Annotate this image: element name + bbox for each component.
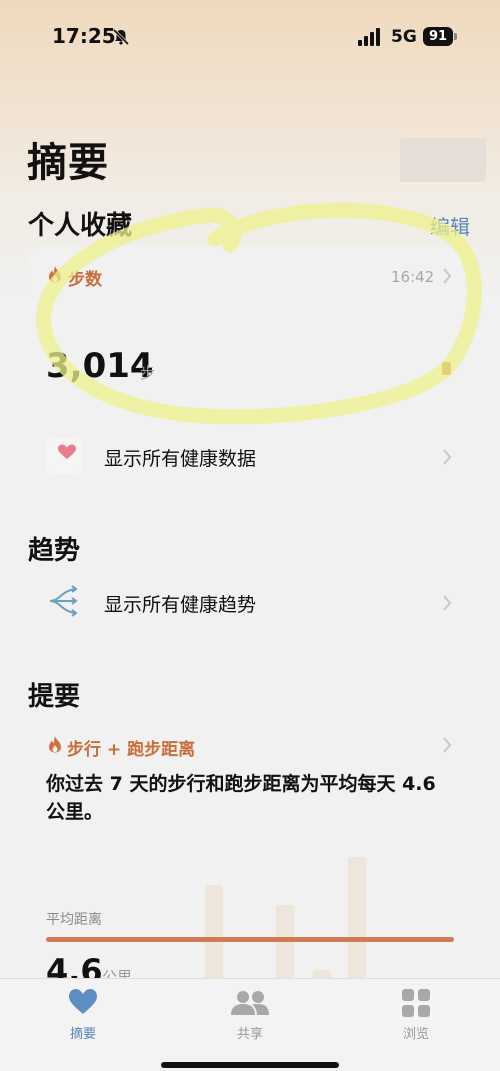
chevron-right-icon <box>443 737 452 753</box>
show-all-trends-label: 显示所有健康趋势 <box>104 594 257 616</box>
average-distance-label: 平均距离 <box>46 912 102 928</box>
heart-icon <box>69 989 97 1014</box>
page-title: 摘要 <box>27 140 109 186</box>
chevron-right-icon <box>443 595 452 611</box>
average-line <box>46 937 454 942</box>
highlights-header: 提要 <box>28 682 81 712</box>
distance-label: 步行 + 跑步距离 <box>67 740 196 760</box>
show-all-health-data-label: 显示所有健康数据 <box>104 448 257 470</box>
status-time: 17:25 <box>52 24 116 48</box>
battery-nub <box>454 33 457 40</box>
trends-header: 趋势 <box>28 536 81 566</box>
tab-browse-label: 浏览 <box>402 1027 429 1042</box>
home-indicator <box>161 1062 339 1068</box>
signal-icon <box>358 28 380 46</box>
avatar[interactable] <box>400 138 486 182</box>
chart-bar <box>276 905 294 980</box>
trends-icon <box>49 585 78 617</box>
chart-bar <box>348 857 366 980</box>
battery-indicator: 91 <box>423 27 453 46</box>
people-icon <box>231 991 269 1015</box>
yellow-circle-annotation <box>36 202 482 425</box>
network-type: 5G <box>391 27 417 47</box>
flame-icon <box>49 736 61 753</box>
chart-bar <box>205 885 223 980</box>
chevron-right-icon <box>443 449 452 465</box>
tab-sharing-label: 共享 <box>236 1027 263 1042</box>
bell-muted-icon <box>112 28 130 46</box>
grid-icon <box>402 989 430 1017</box>
heart-icon <box>58 444 76 459</box>
tab-summary-label: 摘要 <box>69 1027 96 1042</box>
distance-summary: 你过去 7 天的步行和跑步距离为平均每天 4.6 公里。 <box>46 773 436 823</box>
